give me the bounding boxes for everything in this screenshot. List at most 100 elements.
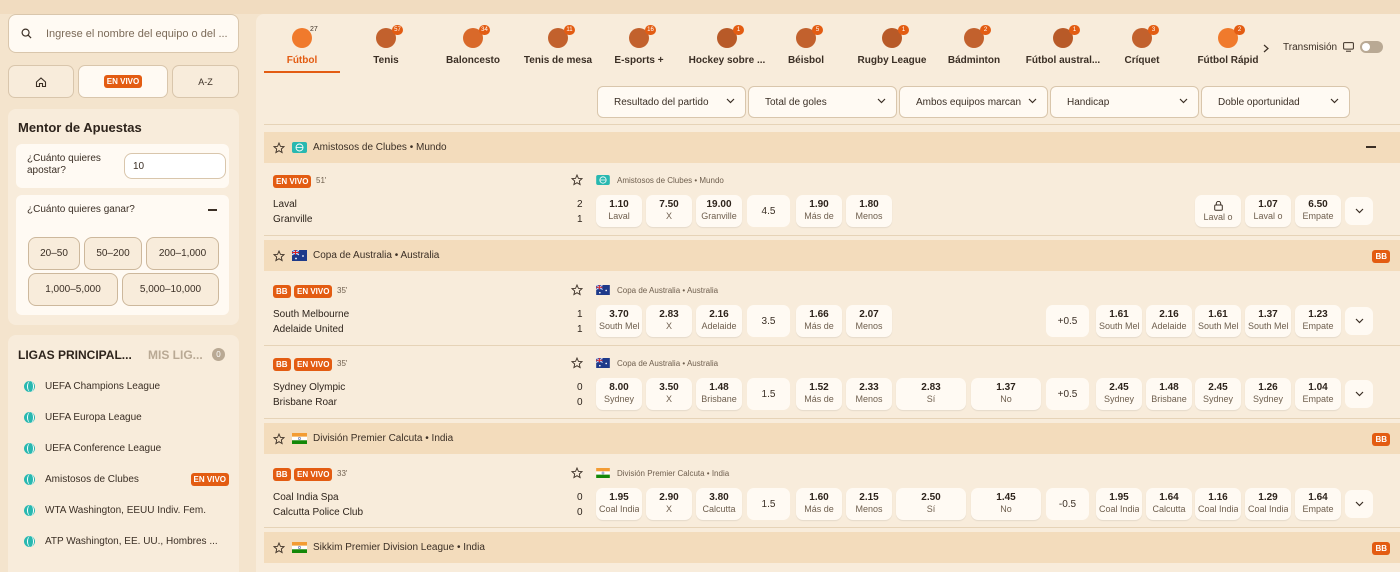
odd-button[interactable]: 2.83 X [646, 305, 692, 337]
collapse-icon[interactable] [208, 209, 217, 211]
odd-button[interactable]: 1.23 Empate [1295, 305, 1341, 337]
odd-button-locked[interactable]: Laval o [1195, 195, 1241, 227]
tab-sport[interactable]: 11 Tenis de mesa [516, 14, 600, 74]
odd-button[interactable]: 1.60 Más de [796, 488, 842, 520]
chevron-right-icon[interactable] [1263, 44, 1269, 53]
range-chip[interactable]: 200–1,000 [146, 237, 219, 270]
collapse-icon[interactable] [1366, 146, 1376, 148]
market-filter-dropdown[interactable]: Doble oportunidad [1201, 86, 1350, 118]
star-icon[interactable] [273, 433, 285, 445]
match-row[interactable]: EN VIVO 51' Amistosos de Clubes • Mundo Lav… [264, 169, 1400, 233]
odd-button[interactable]: 2.50 Sí [896, 488, 966, 520]
odd-button[interactable]: 1.37South Melbourne [1245, 305, 1291, 337]
market-filter-dropdown[interactable]: Ambos equipos marcan [899, 86, 1048, 118]
league-header[interactable]: Sikkim Premier Division League • India BB [264, 532, 1400, 563]
live-button[interactable]: EN VIVO [78, 65, 168, 98]
odd-button[interactable]: 7.50 X [646, 195, 692, 227]
odd-button[interactable]: 19.00 Granville [696, 195, 742, 227]
league-item[interactable]: UEFA Conference League [24, 440, 229, 456]
tab-sport[interactable]: 16 E-sports + [600, 14, 678, 74]
match-row[interactable]: BB EN VIVO 33' División Premier Calcuta • I… [264, 462, 1400, 526]
tab-sport[interactable]: 27 Fútbol [264, 14, 340, 74]
odd-button[interactable]: 1.61South Melbourne [1195, 305, 1241, 337]
league-item[interactable]: WTA Washington, EEUU Indiv. Fem. [24, 502, 229, 518]
league-item[interactable]: Amistosos de Clubes EN VIVO [24, 471, 229, 487]
league-header[interactable]: División Premier Calcuta • India BB [264, 423, 1400, 454]
star-icon[interactable] [571, 357, 583, 369]
league-item[interactable]: UEFA Europa League [24, 409, 229, 425]
tab-sport[interactable]: 2 Fútbol Rápid [1188, 14, 1268, 74]
tab-sport[interactable]: 3 Críquet [1104, 14, 1180, 74]
range-chip[interactable]: 20–50 [28, 237, 80, 270]
odd-button[interactable]: 1.64 Calcutta [1146, 488, 1192, 520]
odd-button[interactable]: 1.80 Menos [846, 195, 892, 227]
az-button[interactable]: A-Z [172, 65, 239, 98]
tab-sport[interactable]: 2 Bádminton [936, 14, 1012, 74]
market-filter-dropdown[interactable]: Resultado del partido [597, 86, 746, 118]
odd-button[interactable]: 1.64 Empate [1295, 488, 1341, 520]
odd-button[interactable]: 1.26 Sydney [1245, 378, 1291, 410]
odd-button[interactable]: 1.16 Coal India [1195, 488, 1241, 520]
odd-button[interactable]: 2.07 Menos [846, 305, 892, 337]
tab-sport[interactable]: 1 Hockey sobre ... [684, 14, 770, 74]
expand-button[interactable] [1345, 197, 1373, 225]
league-item[interactable]: UEFA Champions League [24, 378, 229, 394]
odd-button[interactable]: 2.83 Sí [896, 378, 966, 410]
odd-button[interactable]: 2.45 Sydney [1096, 378, 1142, 410]
odd-button[interactable]: 1.95 Coal India [596, 488, 642, 520]
league-header[interactable]: Amistosos de Clubes • Mundo [264, 132, 1400, 163]
odd-button[interactable]: 1.37 No [971, 378, 1041, 410]
expand-button[interactable] [1345, 490, 1373, 518]
odd-button[interactable]: 1.48 Brisbane [696, 378, 742, 410]
odd-button[interactable]: 2.16 Adelaide [696, 305, 742, 337]
star-icon[interactable] [273, 250, 285, 262]
search-input[interactable]: Ingrese el nombre del equipo o del ... [8, 14, 239, 53]
expand-button[interactable] [1345, 380, 1373, 408]
star-icon[interactable] [571, 284, 583, 296]
market-filter-dropdown[interactable]: Total de goles [748, 86, 897, 118]
toggle-switch[interactable] [1360, 41, 1384, 53]
odd-button[interactable]: 1.04 Empate [1295, 378, 1341, 410]
star-icon[interactable] [273, 142, 285, 154]
odd-button[interactable]: 1.61South Melbourne [1096, 305, 1142, 337]
home-button[interactable] [8, 65, 74, 98]
star-icon[interactable] [273, 542, 285, 554]
odd-button[interactable]: 2.16 Adelaide [1146, 305, 1192, 337]
market-filter-dropdown[interactable]: Handicap [1050, 86, 1199, 118]
odd-button[interactable]: 1.29 Coal India [1245, 488, 1291, 520]
odd-button[interactable]: 2.15 Menos [846, 488, 892, 520]
odd-button[interactable]: 1.48 Brisbane [1146, 378, 1192, 410]
transmission-toggle[interactable]: Transmisión [1283, 41, 1384, 53]
odd-button[interactable]: 2.33 Menos [846, 378, 892, 410]
league-item[interactable]: ATP Washington, EE. UU., Hombres ... [24, 533, 229, 549]
range-chip[interactable]: 5,000–10,000 [122, 273, 219, 306]
tab-my-leagues[interactable]: MIS LIG... [148, 348, 203, 362]
odd-button[interactable]: 1.95 Coal India [1096, 488, 1142, 520]
odd-button[interactable]: 2.45 Sydney [1195, 378, 1241, 410]
tab-main-leagues[interactable]: LIGAS PRINCIPAL... [18, 348, 132, 362]
expand-button[interactable] [1345, 307, 1373, 335]
odd-button[interactable]: 8.00 Sydney [596, 378, 642, 410]
odd-button[interactable]: 1.90 Más de [796, 195, 842, 227]
range-chip[interactable]: 50–200 [84, 237, 142, 270]
odd-button[interactable]: 2.90 X [646, 488, 692, 520]
tab-sport[interactable]: 57 Tenis [348, 14, 424, 74]
star-icon[interactable] [571, 174, 583, 186]
odd-button[interactable]: 3.70South Melbourne [596, 305, 642, 337]
match-row[interactable]: BB EN VIVO 35' Copa de Australia • Australi… [264, 279, 1400, 345]
tab-sport[interactable]: 1 Rugby League [852, 14, 932, 74]
odd-button[interactable]: 6.50 Empate [1295, 195, 1341, 227]
odd-button[interactable]: 3.50 X [646, 378, 692, 410]
range-chip[interactable]: 1,000–5,000 [28, 273, 118, 306]
odd-button[interactable]: 1.10 Laval [596, 195, 642, 227]
odd-button[interactable]: 1.66 Más de [796, 305, 842, 337]
tab-sport[interactable]: 34 Baloncesto [432, 14, 514, 74]
odd-button[interactable]: 1.45 No [971, 488, 1041, 520]
match-row[interactable]: BB EN VIVO 35' Copa de Australia • Australi… [264, 352, 1400, 418]
tab-sport[interactable]: 1 Fútbol austral... [1020, 14, 1106, 74]
odd-button[interactable]: 3.80 Calcutta [696, 488, 742, 520]
odd-button[interactable]: 1.07 Laval o [1245, 195, 1291, 227]
tab-sport[interactable]: 5 Béisbol [768, 14, 844, 74]
league-header[interactable]: Copa de Australia • Australia BB [264, 240, 1400, 271]
odd-button[interactable]: 1.52 Más de [796, 378, 842, 410]
